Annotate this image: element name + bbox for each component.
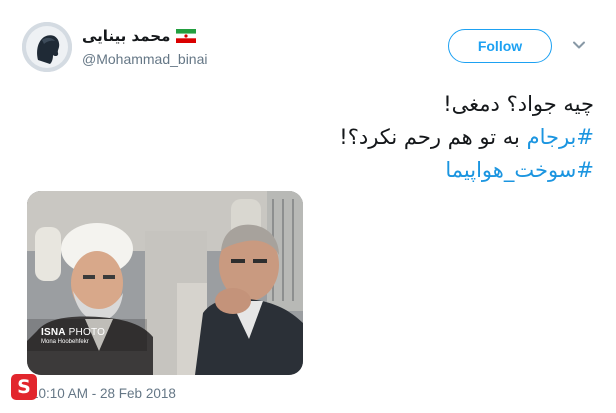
author-name-row: محمد بینایی: [82, 24, 197, 48]
photo-credit-brand: ISNA PHOTO: [41, 327, 106, 338]
tweet-text: چیه جواد؟ دمغی! #برجام به تو هم رحم نکرد…: [34, 88, 594, 187]
tweet-line-2-text: به تو هم رحم نکرد؟!: [339, 125, 527, 149]
author-handle[interactable]: @Mohammad_binai: [82, 51, 208, 67]
hashtag-barjam[interactable]: #برجام: [527, 125, 594, 149]
tweet-line-3: #سوخت_هواپیما: [34, 154, 594, 187]
tweet-line-2: #برجام به تو هم رحم نکرد؟!: [34, 121, 594, 154]
chevron-down-icon[interactable]: [572, 38, 586, 52]
author-display-name[interactable]: محمد بینایی: [82, 27, 170, 45]
follow-button[interactable]: Follow: [448, 29, 552, 63]
tweet-timestamp[interactable]: 10:10 AM - 28 Feb 2018: [31, 386, 176, 401]
photo-credit-photographer: Mona Hoobehfekr: [41, 339, 89, 345]
photo-image: [27, 191, 303, 375]
hashtag-sookht-havapeyma[interactable]: #سوخت_هواپیما: [445, 158, 594, 182]
tweet-photo[interactable]: ISNA PHOTO Mona Hoobehfekr: [27, 191, 303, 375]
tweet-card: محمد بینایی @Mohammad_binai Follow چیه ج…: [0, 0, 616, 413]
avatar[interactable]: [22, 22, 72, 72]
tweet-line-1-text: چیه جواد؟ دمغی!: [443, 92, 594, 116]
tweet-line-1: چیه جواد؟ دمغی!: [34, 88, 594, 121]
s-logo-icon: S: [11, 374, 37, 400]
photo-credit: ISNA PHOTO Mona Hoobehfekr: [41, 327, 105, 345]
iran-flag-icon: [176, 29, 197, 43]
